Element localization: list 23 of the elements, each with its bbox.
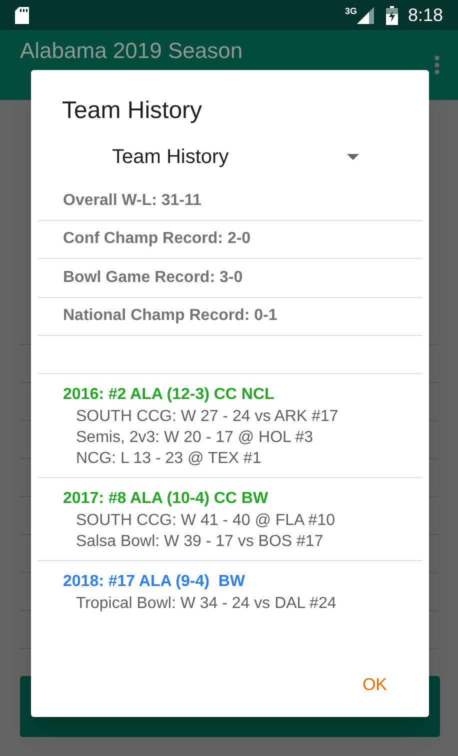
game-result: Tropical Bowl: W 34 - 24 vs DAL #24 bbox=[76, 594, 336, 614]
season-heading: 2016: #2 ALA (12-3) CC NCL bbox=[63, 385, 274, 405]
team-history-dropdown[interactable]: Team History bbox=[112, 142, 359, 172]
battery-icon bbox=[386, 6, 398, 24]
game-result: SOUTH CCG: W 41 - 40 @ FLA #10 bbox=[76, 511, 335, 531]
network-type-label: 3G bbox=[344, 5, 357, 18]
record-stat: Overall W-L: 31-11 bbox=[63, 190, 202, 211]
app-title: Alabama 2019 Season bbox=[20, 39, 244, 63]
game-result: SOUTH CCG: W 27 - 24 vs ARK #17 bbox=[76, 407, 338, 427]
sd-card-icon bbox=[15, 6, 29, 24]
game-result: Salsa Bowl: W 39 - 17 vs BOS #17 bbox=[76, 532, 324, 552]
game-result: NCG: L 13 - 23 @ TEX #1 bbox=[76, 449, 262, 469]
dropdown-caret-icon bbox=[347, 154, 359, 160]
record-stat: National Champ Record: 0-1 bbox=[63, 306, 278, 326]
game-result: Semis, 2v3: W 20 - 17 @ HOL #3 bbox=[76, 428, 314, 448]
season-heading: 2017: #8 ALA (10-4) CC BW bbox=[63, 489, 268, 509]
overflow-menu-icon[interactable] bbox=[434, 55, 440, 75]
signal-icon bbox=[356, 6, 374, 24]
clock-time: 8:18 bbox=[408, 4, 443, 26]
record-stat: Conf Champ Record: 2-0 bbox=[63, 229, 251, 250]
dialog-title: Team History bbox=[62, 96, 202, 126]
season-heading: 2018: #17 ALA (9-4) BW bbox=[63, 572, 245, 592]
record-stat: Bowl Game Record: 3-0 bbox=[63, 268, 243, 288]
